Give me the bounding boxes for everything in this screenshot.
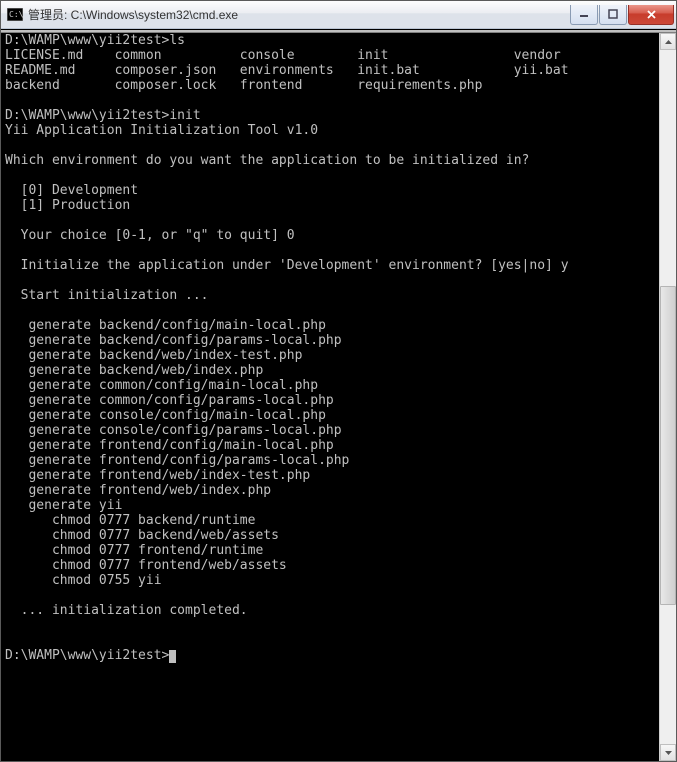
window-title: 管理员: C:\Windows\system32\cmd.exe [28, 6, 569, 23]
svg-text:C:\: C:\ [9, 10, 23, 19]
close-button[interactable] [628, 5, 674, 25]
scroll-down-button[interactable] [660, 744, 676, 761]
titlebar[interactable]: C:\ 管理员: C:\Windows\system32\cmd.exe [1, 1, 676, 29]
scroll-thumb[interactable] [660, 286, 676, 605]
cmd-icon: C:\ [7, 8, 23, 22]
window-controls [569, 5, 674, 25]
scroll-up-button[interactable] [660, 33, 676, 50]
vertical-scrollbar[interactable] [659, 33, 676, 761]
minimize-button[interactable] [570, 5, 598, 25]
scroll-track[interactable] [660, 50, 676, 744]
terminal-output[interactable]: D:\WAMP\www\yii2test>ls LICENSE.md commo… [1, 33, 659, 761]
client-area: D:\WAMP\www\yii2test>ls LICENSE.md commo… [1, 29, 676, 761]
cmd-window: C:\ 管理员: C:\Windows\system32\cmd.exe D:\… [0, 0, 677, 762]
maximize-button[interactable] [599, 5, 627, 25]
cursor [169, 650, 176, 663]
